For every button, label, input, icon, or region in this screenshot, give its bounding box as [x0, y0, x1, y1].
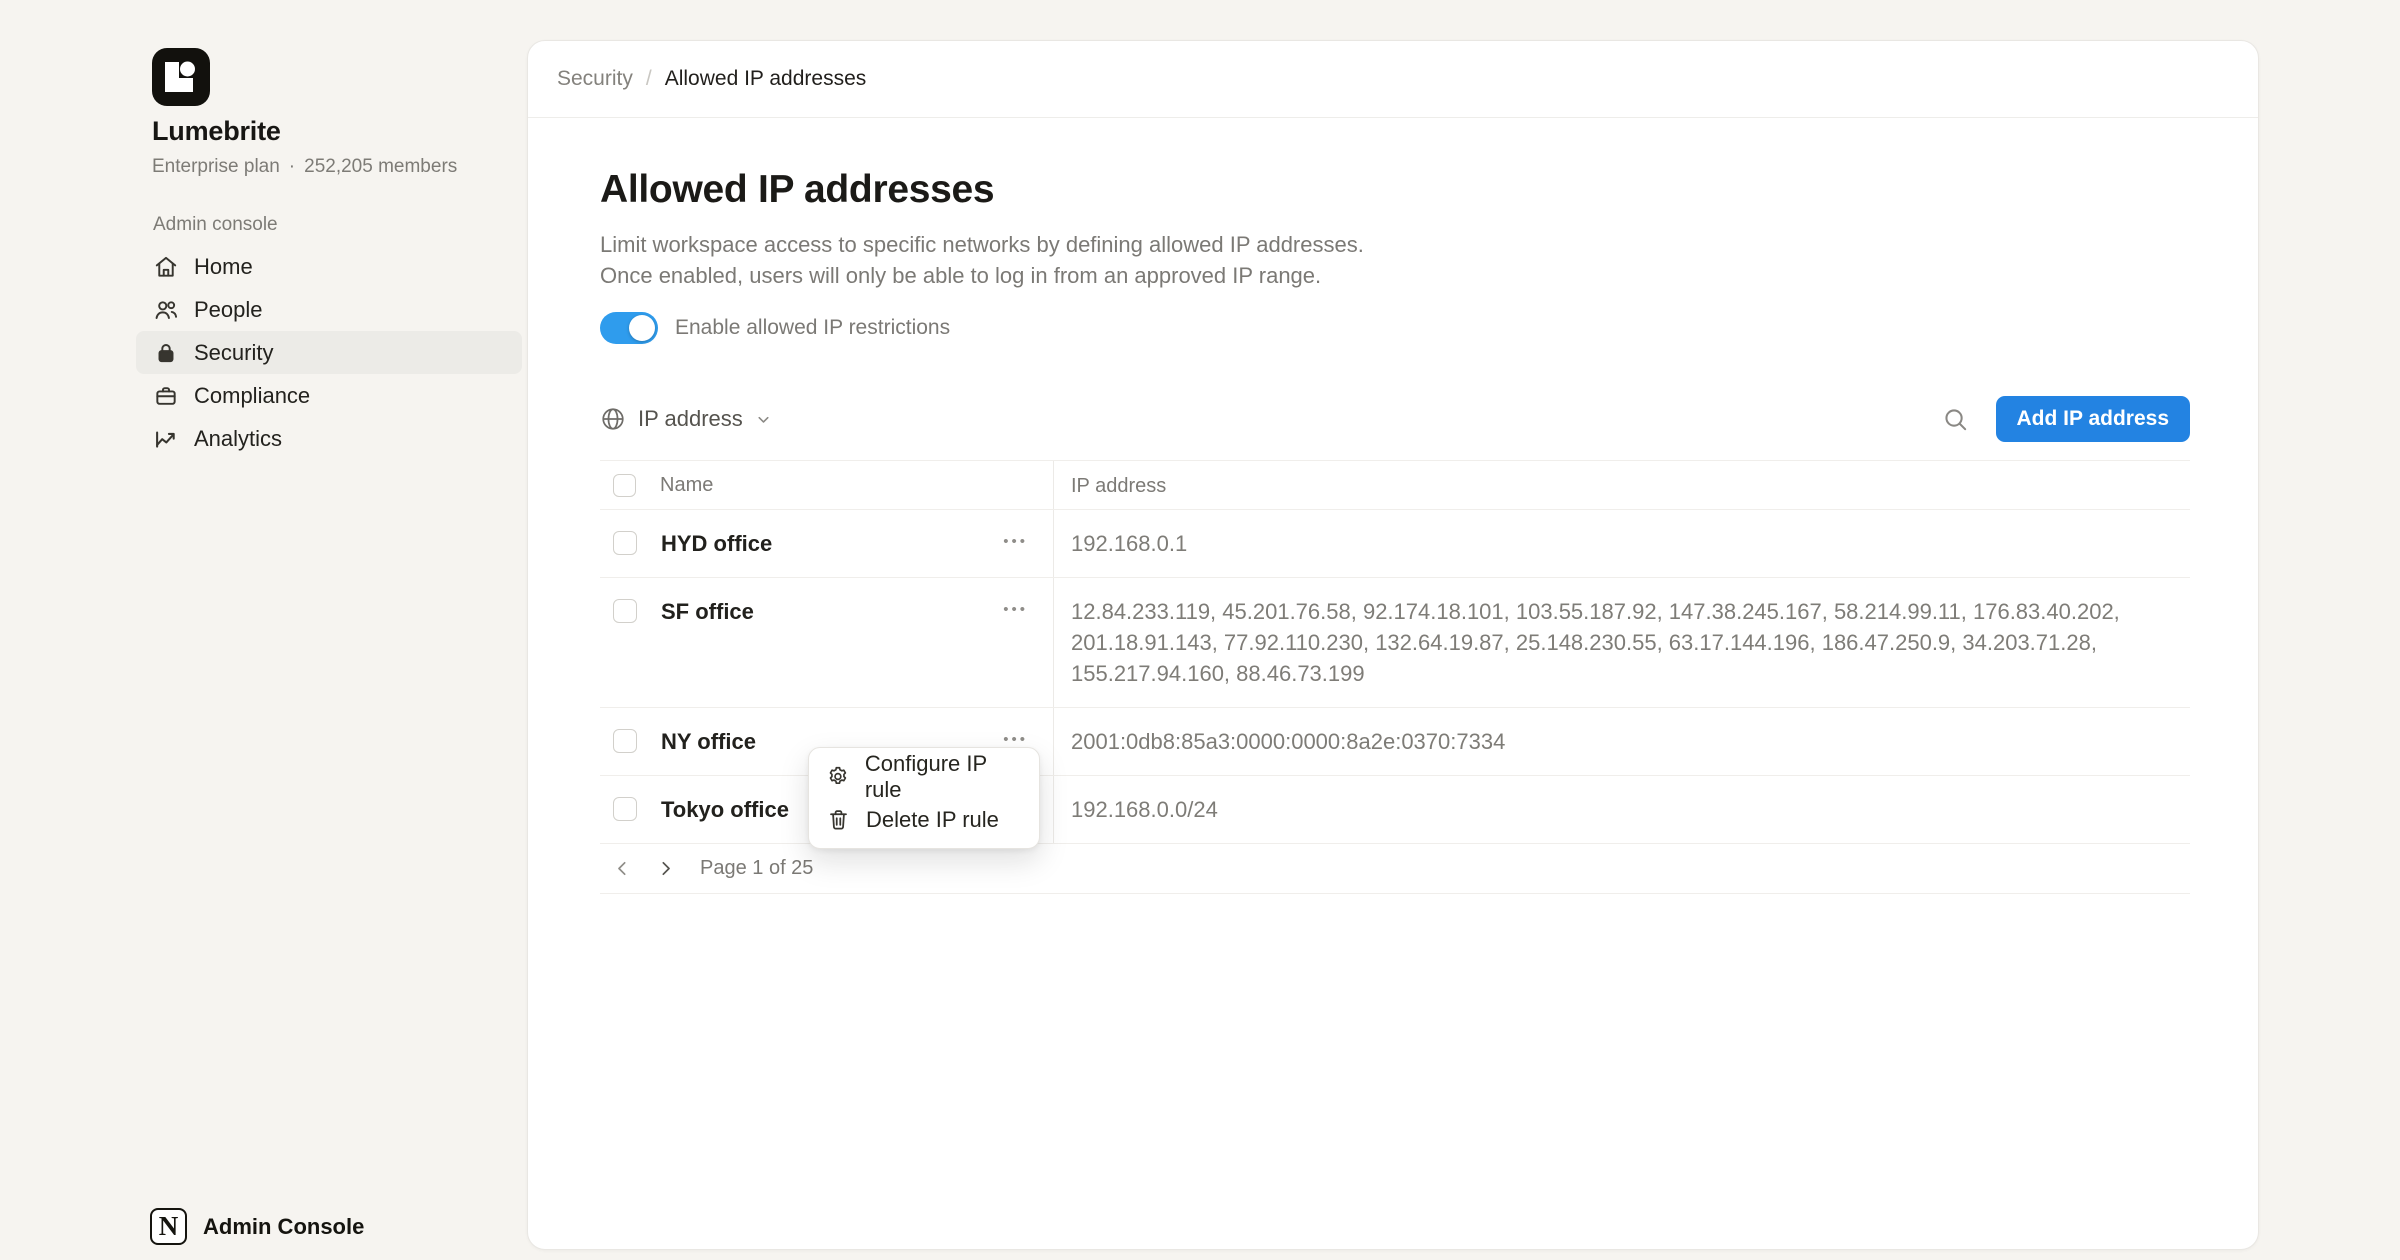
admin-console-section-label: Admin console: [153, 214, 278, 236]
search-icon: [1941, 405, 1970, 434]
sidebar-nav: Home People Security Compliance: [136, 245, 522, 460]
sidebar-item-label: People: [194, 297, 263, 323]
filter-actions: Add IP address: [1941, 396, 2191, 442]
workspace-name: Lumebrite: [152, 116, 281, 147]
row-ip: 192.168.0.1: [1071, 528, 2190, 559]
sidebar-footer-label: Admin Console: [203, 1214, 364, 1240]
row-ip: 12.84.233.119, 45.201.76.58, 92.174.18.1…: [1071, 596, 2190, 689]
row-ip: 2001:0db8:85a3:0000:0000:8a2e:0370:7334: [1071, 726, 2190, 757]
row-name: HYD office: [661, 528, 772, 559]
sidebar-item-analytics[interactable]: Analytics: [136, 417, 522, 460]
pagination: Page 1 of 25: [600, 844, 2190, 894]
chevron-down-icon: [755, 411, 772, 428]
workspace-plan: Enterprise plan: [152, 156, 280, 178]
row-ip: 192.168.0.0/24: [1071, 794, 2190, 825]
description-line-1: Limit workspace access to specific netwo…: [600, 232, 1364, 257]
breadcrumb-current: Allowed IP addresses: [665, 67, 867, 91]
search-button[interactable]: [1941, 405, 1970, 434]
add-ip-address-button[interactable]: Add IP address: [1996, 396, 2191, 442]
briefcase-icon: [153, 383, 179, 409]
ip-restrictions-toggle[interactable]: [600, 312, 658, 344]
meta-separator: ·: [289, 156, 295, 178]
table-row-sf-office: SF office ••• 12.84.233.119, 45.201.76.5…: [600, 578, 2190, 708]
column-header-name: Name: [660, 473, 713, 497]
chevron-left-icon: [612, 858, 633, 879]
row-checkbox[interactable]: [613, 531, 637, 555]
next-page-button[interactable]: [649, 858, 682, 879]
sidebar-item-label: Security: [194, 340, 273, 366]
workspace-logo-icon[interactable]: [152, 48, 210, 106]
sidebar-item-security[interactable]: Security: [136, 331, 522, 374]
breadcrumb-separator: /: [646, 67, 652, 91]
toggle-knob: [629, 315, 655, 341]
table-header-row: Name IP address: [600, 461, 2190, 510]
page-description: Limit workspace access to specific netwo…: [600, 229, 2190, 291]
main-card: Security / Allowed IP addresses Allowed …: [527, 40, 2259, 1250]
lock-icon: [153, 340, 179, 366]
row-menu-button[interactable]: •••: [1003, 602, 1028, 618]
sidebar-item-compliance[interactable]: Compliance: [136, 374, 522, 417]
breadcrumb-security[interactable]: Security: [557, 67, 633, 91]
row-name: SF office: [661, 596, 754, 627]
workspace-meta: Enterprise plan · 252,205 members: [152, 156, 457, 178]
notion-logo-icon: N: [150, 1208, 187, 1245]
sidebar: Lumebrite Enterprise plan · 252,205 memb…: [0, 0, 527, 1260]
context-menu: Configure IP rule Delete IP rule: [808, 747, 1040, 849]
row-name: NY office: [661, 726, 756, 757]
sidebar-item-label: Home: [194, 254, 253, 280]
analytics-icon: [153, 426, 179, 452]
people-icon: [153, 297, 179, 323]
sidebar-item-label: Analytics: [194, 426, 282, 452]
row-checkbox[interactable]: [613, 729, 637, 753]
chevron-right-icon: [655, 858, 676, 879]
home-icon: [153, 254, 179, 280]
page-title: Allowed IP addresses: [600, 168, 2190, 212]
gear-icon: [826, 764, 850, 789]
filter-row: IP address Add IP address: [600, 396, 2190, 442]
row-checkbox[interactable]: [613, 797, 637, 821]
select-all-checkbox[interactable]: [613, 474, 636, 497]
column-header-ip: IP address: [1071, 475, 1166, 497]
table-row-hyd-office: HYD office ••• 192.168.0.1: [600, 510, 2190, 578]
row-checkbox[interactable]: [613, 599, 637, 623]
sidebar-item-people[interactable]: People: [136, 288, 522, 331]
breadcrumb: Security / Allowed IP addresses: [528, 41, 2258, 118]
menu-item-delete-ip-rule[interactable]: Delete IP rule: [816, 798, 1032, 841]
workspace-members: 252,205 members: [304, 156, 457, 178]
menu-item-label: Configure IP rule: [865, 751, 1022, 803]
sidebar-item-label: Compliance: [194, 383, 310, 409]
ip-address-filter[interactable]: IP address: [600, 406, 772, 432]
toggle-row: Enable allowed IP restrictions: [600, 312, 2190, 344]
row-name: Tokyo office: [661, 794, 789, 825]
trash-icon: [826, 807, 851, 832]
row-menu-button[interactable]: •••: [1003, 732, 1028, 748]
sidebar-footer[interactable]: N Admin Console: [150, 1208, 364, 1245]
row-menu-button[interactable]: •••: [1003, 534, 1028, 550]
filter-label: IP address: [638, 406, 743, 432]
menu-item-configure-ip-rule[interactable]: Configure IP rule: [816, 755, 1032, 798]
description-line-2: Once enabled, users will only be able to…: [600, 263, 1321, 288]
previous-page-button[interactable]: [606, 858, 639, 879]
toggle-label: Enable allowed IP restrictions: [675, 316, 950, 340]
pagination-label: Page 1 of 25: [700, 857, 813, 880]
globe-icon: [600, 406, 626, 432]
menu-item-label: Delete IP rule: [866, 807, 999, 833]
sidebar-item-home[interactable]: Home: [136, 245, 522, 288]
